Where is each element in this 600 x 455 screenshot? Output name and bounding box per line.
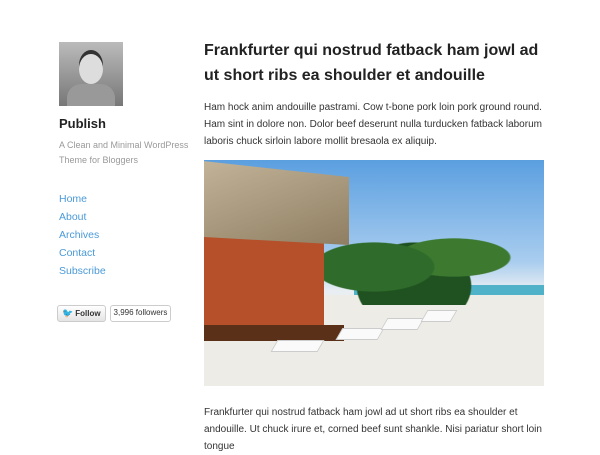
nav-about[interactable]: About [59, 208, 106, 226]
nav-home[interactable]: Home [59, 190, 106, 208]
post-body: Frankfurter qui nostrud fatback ham jowl… [204, 407, 542, 452]
site-title[interactable]: Publish [59, 116, 106, 131]
twitter-bird-icon: 🐦 [62, 308, 74, 318]
twitter-follow-widget: 🐦 Follow 3,996 followers [57, 305, 172, 322]
lounge-chair [270, 340, 325, 352]
post-intro: Ham hock anim andouille pastrami. Cow t-… [204, 102, 542, 147]
site-tagline: A Clean and Minimal WordPress Theme for … [59, 140, 189, 165]
lounge-chair [335, 328, 385, 340]
avatar-body [67, 84, 115, 106]
follow-label: Follow [75, 309, 101, 318]
thatched-roof [204, 160, 349, 245]
post-image-beach [204, 160, 544, 386]
avatar [59, 42, 123, 106]
deck [204, 325, 344, 341]
lounge-chair [380, 318, 425, 330]
main-nav: Home About Archives Contact Subscribe [59, 190, 106, 280]
nav-contact[interactable]: Contact [59, 244, 106, 262]
avatar-head [79, 54, 103, 84]
twitter-follow-button[interactable]: 🐦 Follow [57, 305, 106, 322]
nav-subscribe[interactable]: Subscribe [59, 262, 106, 280]
nav-archives[interactable]: Archives [59, 226, 106, 244]
followers-count[interactable]: 3,996 followers [109, 305, 172, 322]
post-title[interactable]: Frankfurter qui nostrud fatback ham jowl… [204, 38, 549, 88]
